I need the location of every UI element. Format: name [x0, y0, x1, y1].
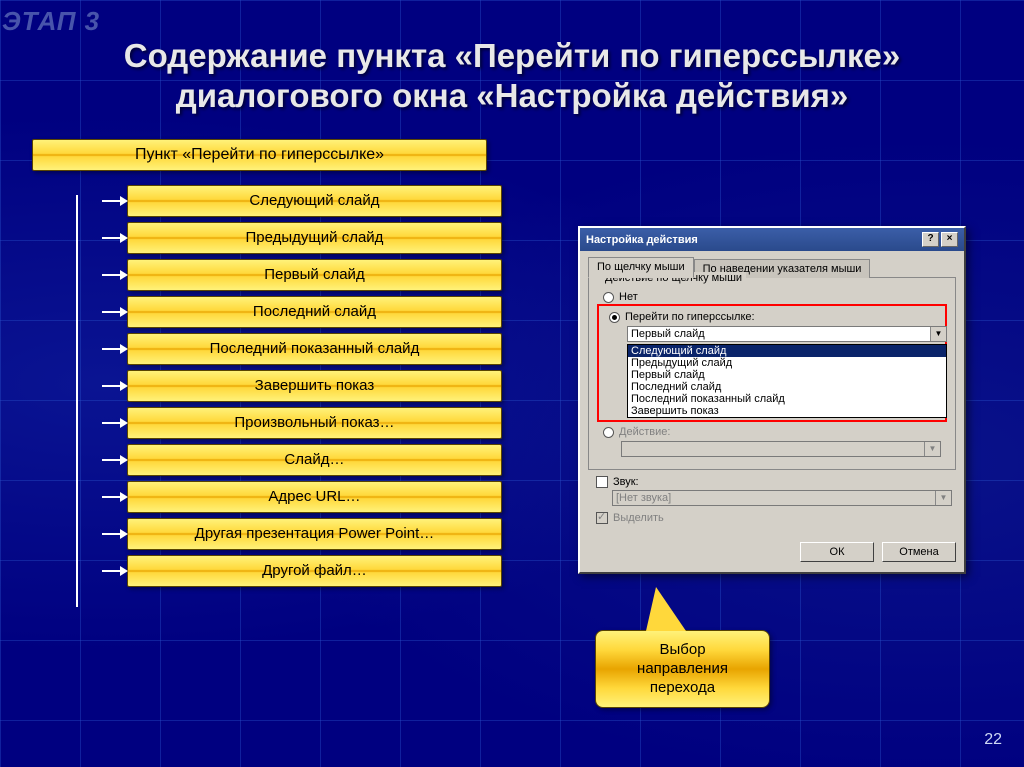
dropdown-option[interactable]: Завершить показ	[628, 405, 946, 417]
list-item: Следующий слайд	[127, 185, 502, 217]
arrow-icon	[102, 311, 121, 313]
list-item: Адрес URL…	[127, 481, 502, 513]
radio-action-label: Действие:	[619, 426, 670, 438]
root-item: Пункт «Перейти по гиперссылке»	[32, 139, 487, 171]
list-item: Другой файл…	[127, 555, 502, 587]
title-line-1: Содержание пункта «Перейти по гиперссылк…	[124, 37, 901, 74]
chevron-down-icon[interactable]: ▼	[930, 327, 946, 341]
arrow-icon	[102, 459, 121, 461]
callout-text: направления	[637, 660, 728, 677]
arrow-icon	[102, 348, 121, 350]
hyperlink-combo[interactable]: Первый слайд ▼	[627, 326, 947, 342]
click-action-group: Действие по щелчку мыши Нет Перейти по г…	[588, 277, 956, 470]
highlight-label: Выделить	[613, 512, 664, 524]
chevron-down-icon: ▼	[935, 491, 951, 505]
radio-action	[603, 427, 614, 438]
radio-none[interactable]	[603, 292, 614, 303]
list-item: Слайд…	[127, 444, 502, 476]
list-item: Последний слайд	[127, 296, 502, 328]
stage-watermark: ЭТАП 3	[2, 6, 100, 37]
list-item: Первый слайд	[127, 259, 502, 291]
dialog-title-text: Настройка действия	[586, 234, 698, 246]
tab-on-click[interactable]: По щелчку мыши	[588, 257, 694, 278]
arrow-icon	[102, 200, 121, 202]
arrow-icon	[102, 533, 121, 535]
ok-button[interactable]: ОК	[800, 542, 874, 562]
dropdown-option[interactable]: Последний показанный слайд	[628, 393, 946, 405]
highlight-checkbox	[596, 512, 608, 524]
list-item: Последний показанный слайд	[127, 333, 502, 365]
connector-trunk	[76, 195, 78, 607]
dropdown-option[interactable]: Следующий слайд	[628, 345, 946, 357]
arrow-icon	[102, 237, 121, 239]
dialog-titlebar: Настройка действия ? ×	[580, 228, 964, 251]
highlight-frame: Перейти по гиперссылке: Первый слайд ▼ С…	[597, 304, 947, 422]
hyperlink-dropdown-list[interactable]: Следующий слайд Предыдущий слайд Первый …	[627, 344, 947, 418]
page-number: 22	[984, 731, 1002, 749]
sound-checkbox[interactable]	[596, 476, 608, 488]
arrow-icon	[102, 496, 121, 498]
list-item: Произвольный показ…	[127, 407, 502, 439]
callout-bubble: Выбор направления перехода	[595, 630, 770, 708]
action-settings-dialog: Настройка действия ? × По щелчку мыши По…	[578, 226, 966, 574]
title-line-2: диалогового окна «Настройка действия»	[176, 77, 849, 114]
list-item: Завершить показ	[127, 370, 502, 402]
dropdown-option[interactable]: Последний слайд	[628, 381, 946, 393]
slide-title: Содержание пункта «Перейти по гиперссылк…	[0, 0, 1024, 125]
arrow-icon	[102, 570, 121, 572]
close-button[interactable]: ×	[941, 232, 958, 247]
arrow-icon	[102, 422, 121, 424]
dropdown-option[interactable]: Предыдущий слайд	[628, 357, 946, 369]
dropdown-option[interactable]: Первый слайд	[628, 369, 946, 381]
callout-text: Выбор	[659, 641, 705, 658]
radio-hyperlink[interactable]	[609, 312, 620, 323]
arrow-icon	[102, 385, 121, 387]
action-combo-value	[622, 442, 924, 456]
sound-label: Звук:	[613, 476, 639, 488]
hierarchy-diagram: Пункт «Перейти по гиперссылке» Следующий…	[32, 139, 502, 587]
action-combo: ▼	[621, 441, 941, 457]
combo-selected-value: Первый слайд	[628, 327, 930, 341]
cancel-button[interactable]: Отмена	[882, 542, 956, 562]
callout-text: перехода	[650, 679, 715, 696]
sound-combo-value: [Нет звука]	[613, 491, 935, 505]
arrow-icon	[102, 274, 121, 276]
radio-none-label: Нет	[619, 291, 638, 303]
radio-hyperlink-label: Перейти по гиперссылке:	[625, 311, 755, 323]
help-button[interactable]: ?	[922, 232, 939, 247]
list-item: Другая презентация Power Point…	[127, 518, 502, 550]
list-item: Предыдущий слайд	[127, 222, 502, 254]
sound-combo: [Нет звука] ▼	[612, 490, 952, 506]
chevron-down-icon: ▼	[924, 442, 940, 456]
